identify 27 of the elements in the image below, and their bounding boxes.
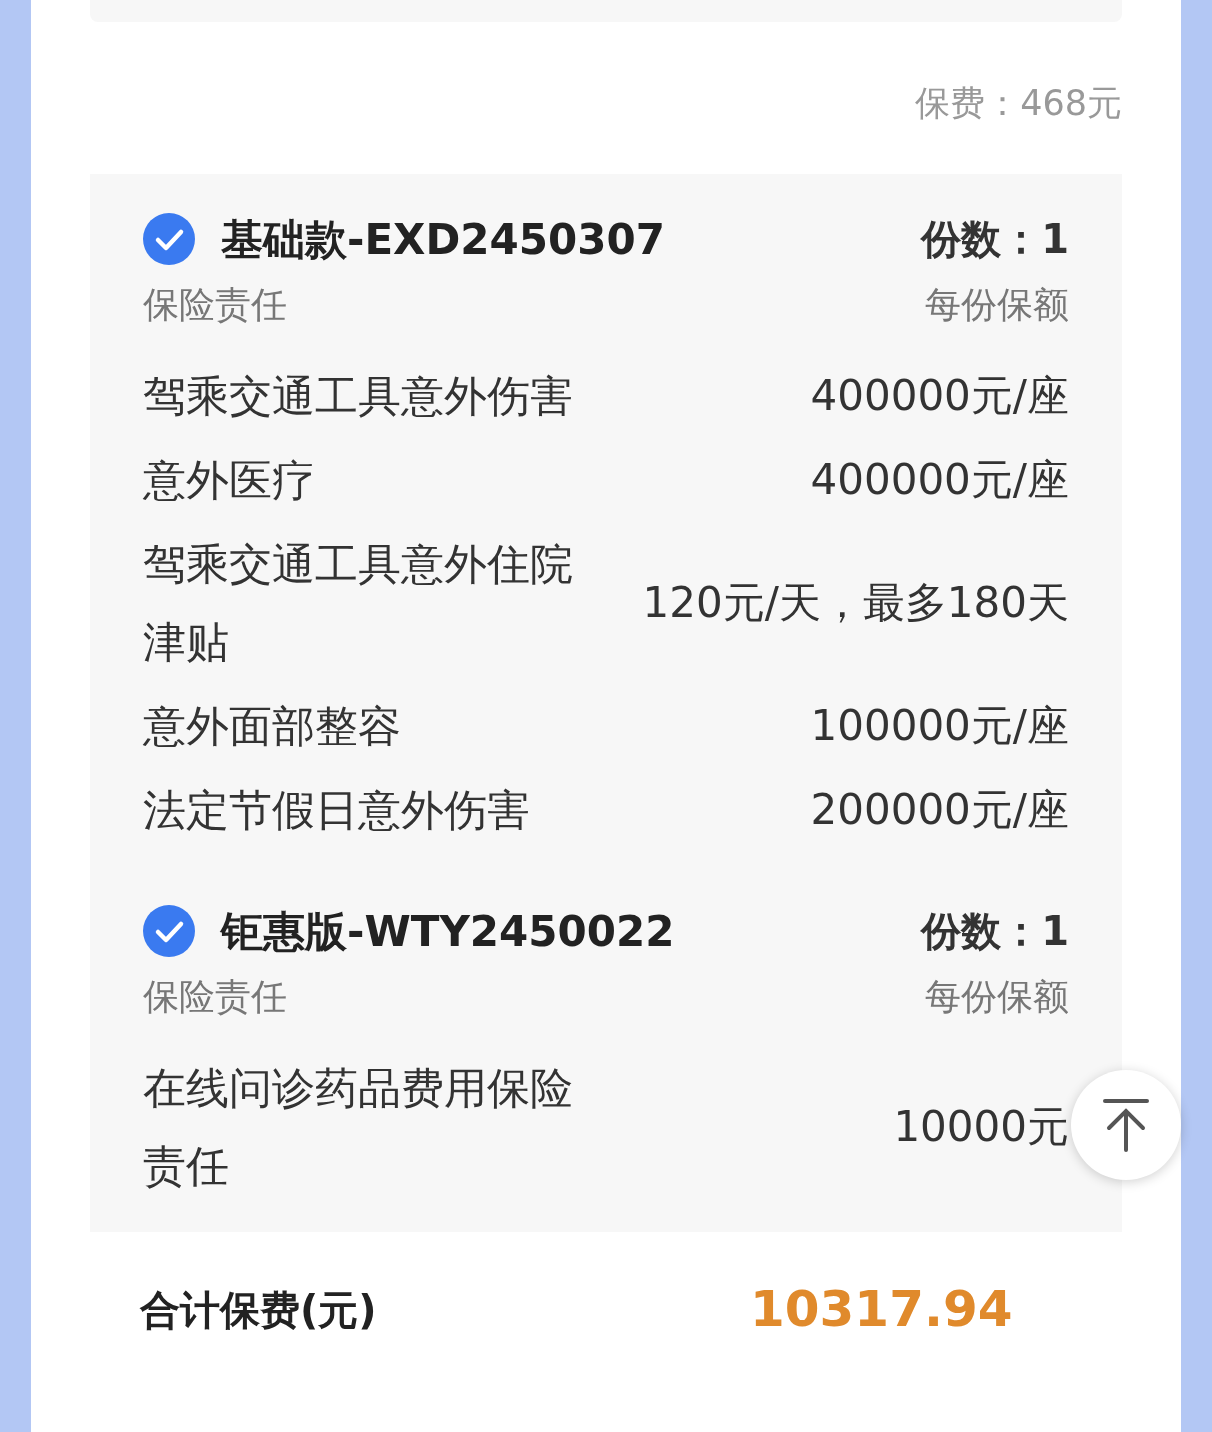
arrow-up-icon xyxy=(1101,1098,1151,1152)
column-label: 保险责任 xyxy=(143,283,287,327)
coverage-name: 法定节假日意外伤害 xyxy=(143,784,531,837)
coverage-name: 驾乘交通工具意外伤害 xyxy=(143,370,574,423)
coverage-name: 驾乘交通工具意外住院津贴 xyxy=(143,538,574,669)
coverage-name: 意外面部整容 xyxy=(143,700,402,753)
coverage-amount: 10000元 xyxy=(893,1101,1069,1153)
back-to-top-button[interactable] xyxy=(1071,1070,1181,1180)
coverage-amount: 120元/天，最多180天 xyxy=(642,577,1069,629)
copies-text: 份数：1 xyxy=(921,215,1069,264)
column-label: 保险责任 xyxy=(143,975,287,1019)
column-label: 每份保额 xyxy=(925,975,1069,1019)
checked-circle-icon[interactable] xyxy=(143,213,195,265)
premium-text: 保费：468元 xyxy=(915,82,1122,125)
coverage-amount: 100000元/座 xyxy=(810,700,1069,752)
total-amount: 10317.94 xyxy=(750,1279,1013,1340)
total-label: 合计保费(元) xyxy=(140,1285,378,1335)
coverage-amount: 400000元/座 xyxy=(810,370,1069,422)
copies-text: 份数：1 xyxy=(921,907,1069,956)
checked-circle-icon[interactable] xyxy=(143,905,195,957)
column-label: 每份保额 xyxy=(925,283,1069,327)
coverage-amount: 400000元/座 xyxy=(810,454,1069,506)
coverage-amount: 200000元/座 xyxy=(810,784,1069,836)
coverage-name: 意外医疗 xyxy=(143,454,316,507)
plan-title: 钜惠版-WTY2450022 xyxy=(221,905,675,958)
coverage-name: 在线问诊药品费用保险责任 xyxy=(143,1062,574,1193)
plan-title: 基础款-EXD2450307 xyxy=(221,213,665,266)
